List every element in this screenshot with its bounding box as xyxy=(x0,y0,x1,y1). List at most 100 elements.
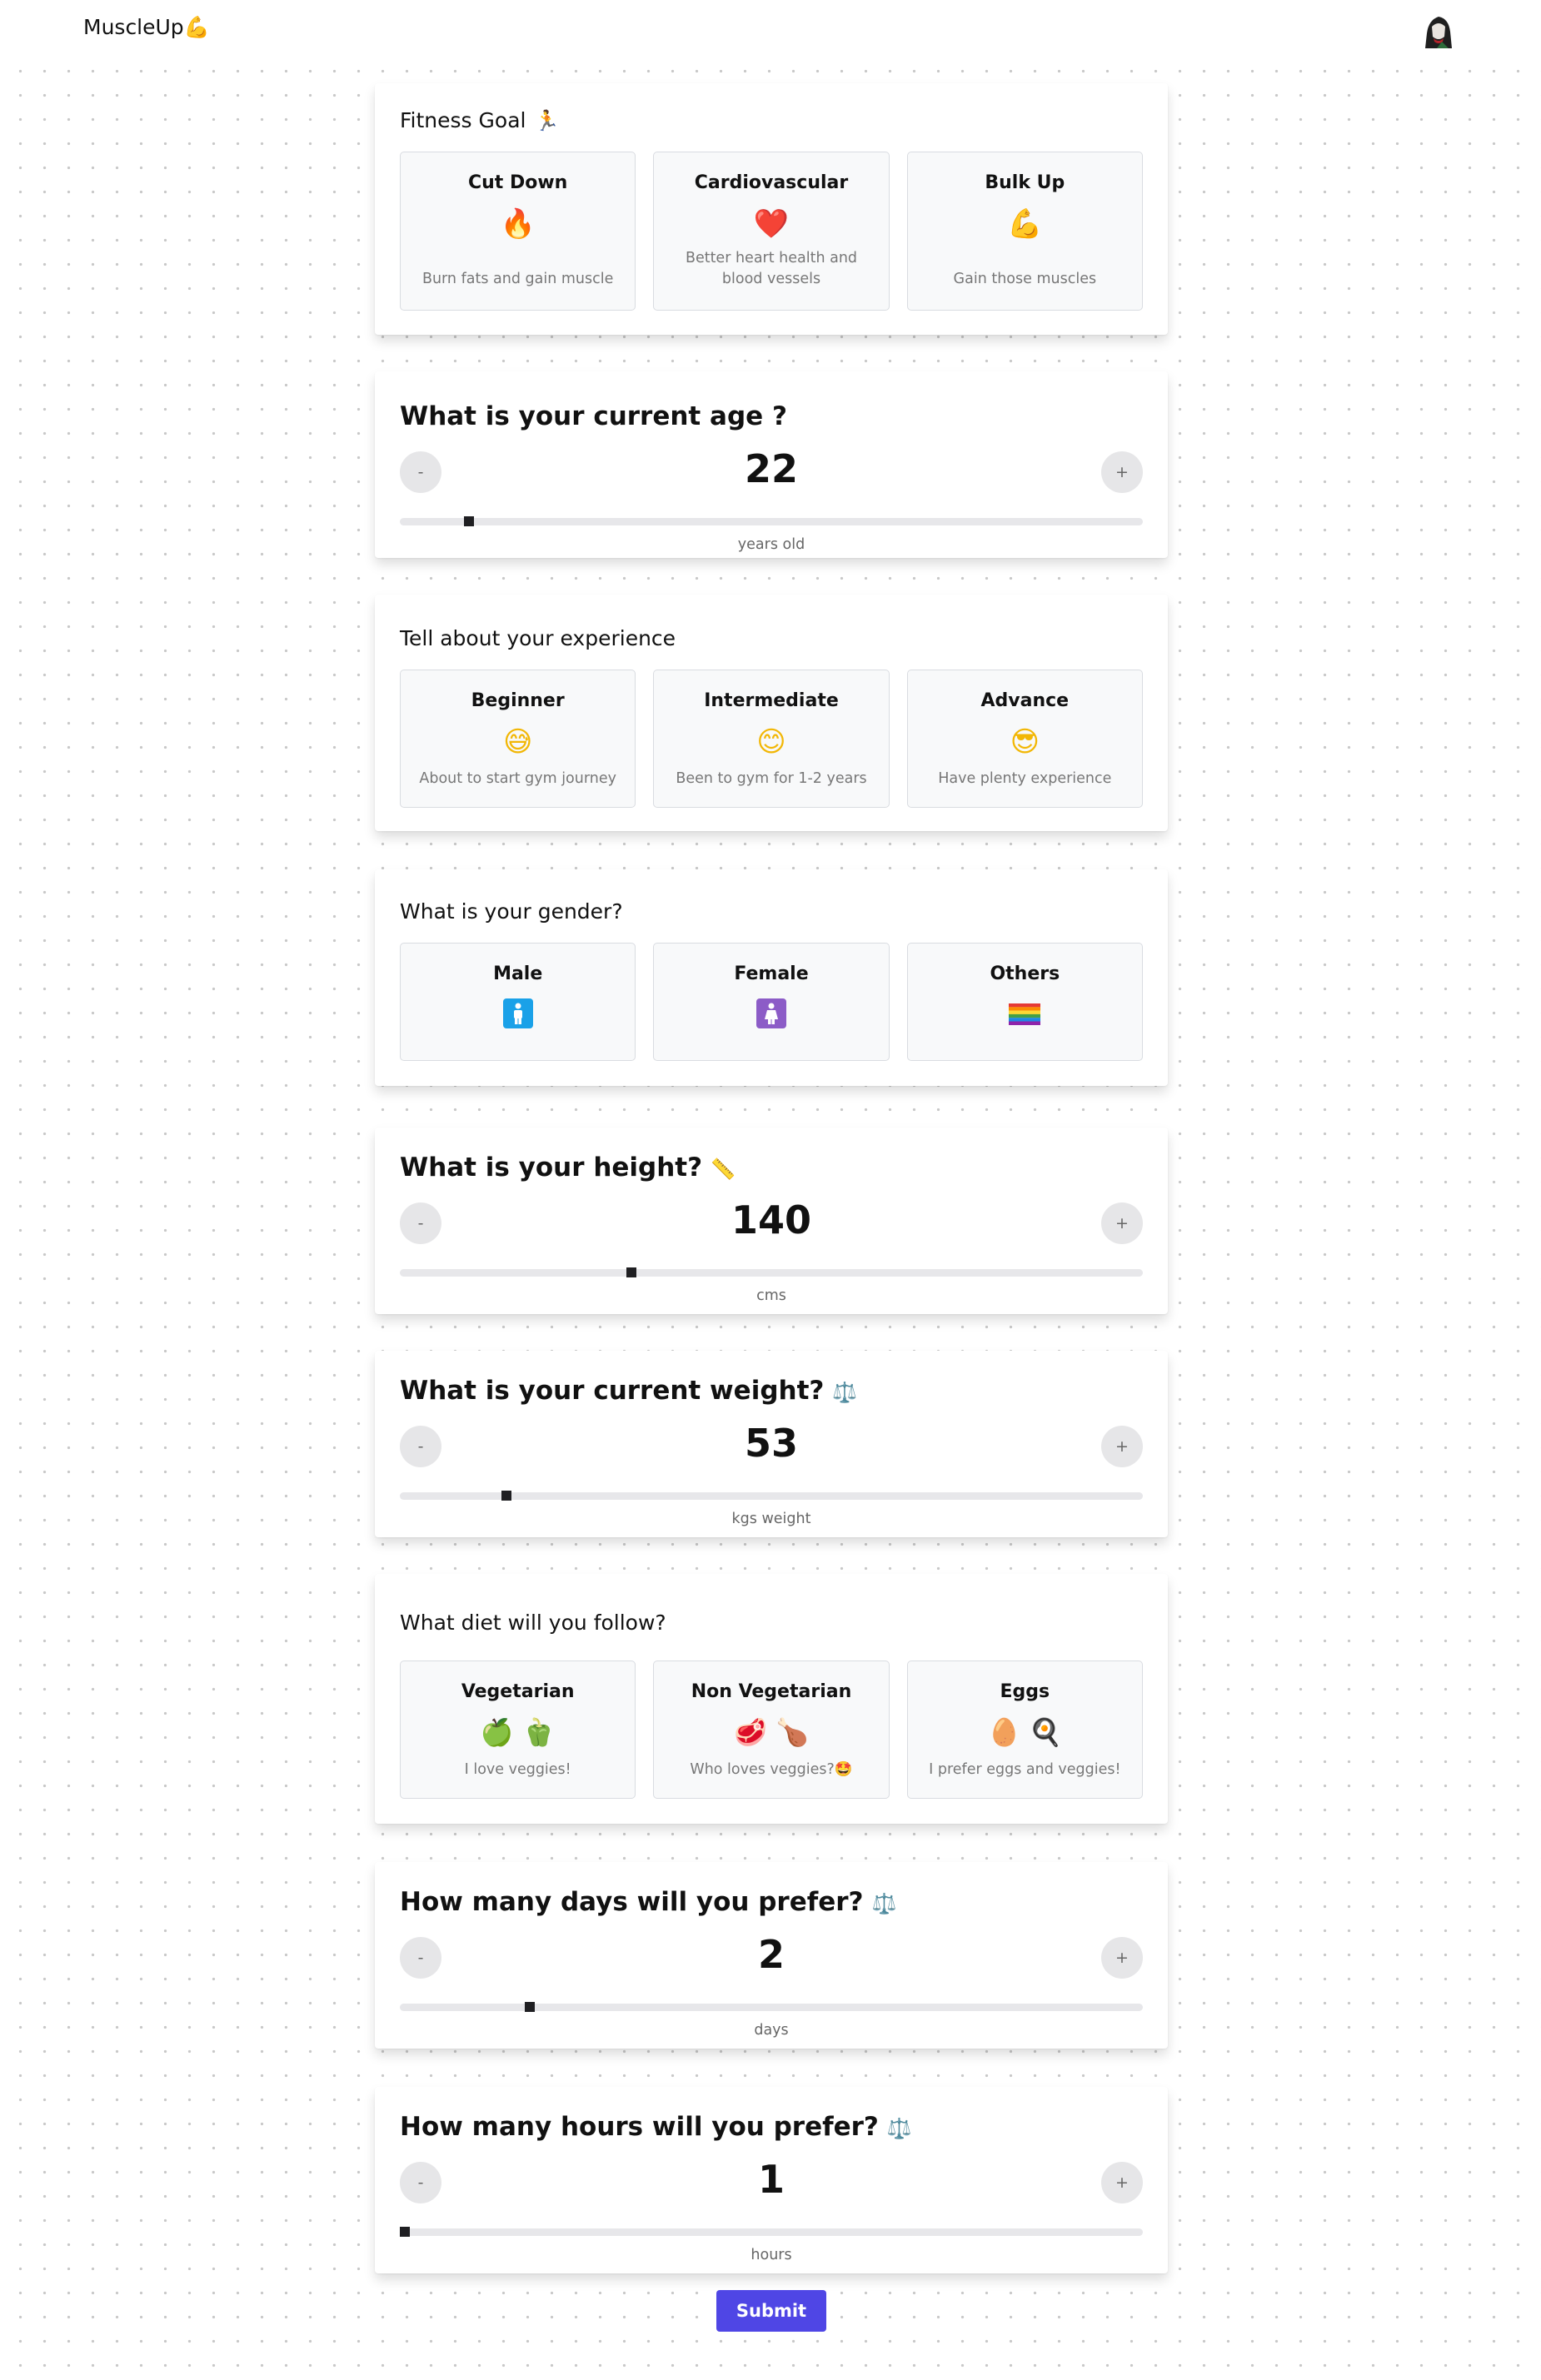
age-slider-handle[interactable] xyxy=(464,516,474,526)
gender-option-female[interactable]: Female xyxy=(653,943,890,1061)
option-description: I prefer eggs and veggies! xyxy=(929,1761,1121,1778)
age-slider[interactable] xyxy=(400,516,1143,526)
top-bar: MuscleUp💪 xyxy=(0,0,1541,58)
hours-unit: hours xyxy=(751,2247,792,2263)
hours-title-text: How many hours will you prefer? xyxy=(400,2112,879,2142)
option-title: Cut Down xyxy=(467,172,568,193)
experience-title: Tell about your experience xyxy=(400,626,676,650)
option-title: Beginner xyxy=(471,690,565,711)
age-unit: years old xyxy=(737,536,805,553)
height-increment-button[interactable]: + xyxy=(1101,1202,1143,1244)
grinning-sweat-face-icon: 😅 xyxy=(502,725,533,759)
height-unit: cms xyxy=(756,1287,786,1304)
height-slider[interactable] xyxy=(400,1267,1143,1277)
flexed-biceps-icon: 💪 xyxy=(183,15,210,39)
gender-option-others[interactable]: Others xyxy=(906,943,1143,1061)
fire-icon: 🔥 xyxy=(500,207,536,241)
age-card: What is your current age ? - 22 + years … xyxy=(375,371,1168,558)
balance-scale-icon: ⚖️ xyxy=(832,1381,858,1404)
gender-card: What is your gender? Male Female Others xyxy=(375,869,1168,1086)
option-description: About to start gym journey xyxy=(419,770,616,787)
days-slider[interactable] xyxy=(400,2002,1143,2012)
days-card: How many days will you prefer? ⚖️ - 2 + d… xyxy=(375,1862,1168,2049)
hours-slider[interactable] xyxy=(400,2227,1143,2237)
male-sign-icon xyxy=(502,998,533,1028)
experience-option-advance[interactable]: Advance 😎 Have plenty experience xyxy=(906,670,1143,808)
diet-card: What diet will you follow? Vegetarian 🍏 … xyxy=(375,1574,1168,1824)
option-title: Non Vegetarian xyxy=(691,1681,852,1702)
days-increment-button[interactable]: + xyxy=(1101,1937,1143,1979)
balance-scale-icon: ⚖️ xyxy=(886,2117,912,2140)
fitness-goal-title-text: Fitness Goal xyxy=(400,108,526,132)
weight-increment-button[interactable]: + xyxy=(1101,1426,1143,1467)
hours-card: How many hours will you prefer? ⚖️ - 1 + … xyxy=(375,2087,1168,2273)
option-description: Who loves veggies?🤩 xyxy=(690,1761,853,1778)
hours-slider-handle[interactable] xyxy=(400,2227,410,2237)
experience-card: Tell about your experience Beginner 😅 Ab… xyxy=(375,595,1168,831)
smiling-face-icon: 😊 xyxy=(756,725,786,759)
days-value: 2 xyxy=(757,1932,785,1977)
days-title-text: How many days will you prefer? xyxy=(400,1887,864,1917)
flexed-biceps-icon: 💪 xyxy=(1007,207,1043,241)
female-sign-icon xyxy=(756,998,786,1028)
option-title: Cardiovascular xyxy=(694,172,849,193)
submit-button[interactable]: Submit xyxy=(716,2290,826,2332)
rainbow-flag-icon xyxy=(1009,1003,1041,1025)
option-title: Male xyxy=(493,963,543,984)
height-value: 140 xyxy=(731,1197,812,1242)
option-title: Advance xyxy=(980,690,1070,711)
hours-title: How many hours will you prefer? ⚖️ xyxy=(400,2112,912,2142)
goal-option-bulk-up[interactable]: Bulk Up 💪 Gain those muscles xyxy=(906,152,1143,311)
weight-unit: kgs weight xyxy=(731,1511,811,1527)
weight-slider-handle[interactable] xyxy=(501,1491,511,1501)
option-description: Burn fats and gain muscle xyxy=(421,271,614,287)
age-increment-button[interactable]: + xyxy=(1101,451,1143,493)
option-description: Have plenty experience xyxy=(938,770,1112,787)
diet-option-eggs[interactable]: Eggs 🥚 🍳 I prefer eggs and veggies! xyxy=(906,1661,1143,1799)
balance-scale-icon: ⚖️ xyxy=(871,1892,897,1915)
heart-icon: ❤️ xyxy=(753,207,790,241)
option-title: Vegetarian xyxy=(461,1681,575,1702)
fitness-goal-title: Fitness Goal 🏃 xyxy=(400,108,559,132)
option-title: Female xyxy=(734,963,809,984)
weight-title: What is your current weight? ⚖️ xyxy=(400,1376,857,1406)
poultry-leg-icon: 🍗 xyxy=(775,1716,809,1748)
weight-title-text: What is your current weight? xyxy=(400,1376,825,1406)
diet-option-non-vegetarian[interactable]: Non Vegetarian 🥩 🍗 Who loves veggies?🤩 xyxy=(653,1661,890,1799)
option-title: Bulk Up xyxy=(985,172,1065,193)
sunglasses-face-icon: 😎 xyxy=(1010,725,1040,759)
egg-icon: 🥚 xyxy=(987,1716,1021,1748)
hours-increment-button[interactable]: + xyxy=(1101,2162,1143,2203)
height-title: What is your height? 📏 xyxy=(400,1153,736,1183)
bell-pepper-icon: 🫑 xyxy=(521,1716,556,1748)
height-card: What is your height? 📏 - 140 + cms xyxy=(375,1128,1168,1314)
goal-option-cut-down[interactable]: Cut Down 🔥 Burn fats and gain muscle xyxy=(400,152,636,311)
avatar[interactable] xyxy=(1420,8,1457,48)
height-title-text: What is your height? xyxy=(400,1153,703,1183)
option-description: Been to gym for 1-2 years xyxy=(676,770,867,787)
experience-option-intermediate[interactable]: Intermediate 😊 Been to gym for 1-2 years xyxy=(653,670,890,808)
weight-card: What is your current weight? ⚖️ - 53 + kg… xyxy=(375,1351,1168,1537)
days-slider-handle[interactable] xyxy=(525,2002,535,2012)
gender-title: What is your gender? xyxy=(400,899,623,924)
gender-option-male[interactable]: Male xyxy=(400,943,636,1061)
weight-slider[interactable] xyxy=(400,1491,1143,1501)
brand-logo[interactable]: MuscleUp💪 xyxy=(83,15,210,40)
height-slider-handle[interactable] xyxy=(626,1267,636,1277)
weight-value: 53 xyxy=(744,1421,798,1466)
age-title: What is your current age ? xyxy=(400,401,787,431)
option-description: I love veggies! xyxy=(464,1761,571,1778)
brand-name: MuscleUp xyxy=(83,15,184,39)
hours-value: 1 xyxy=(757,2157,785,2202)
goal-option-cardiovascular[interactable]: Cardiovascular ❤️ Better heart health an… xyxy=(653,152,890,311)
diet-option-vegetarian[interactable]: Vegetarian 🍏 🫑 I love veggies! xyxy=(400,1661,636,1799)
meat-icon: 🥩 xyxy=(734,1716,767,1748)
days-title: How many days will you prefer? ⚖️ xyxy=(400,1887,896,1917)
experience-option-beginner[interactable]: Beginner 😅 About to start gym journey xyxy=(400,670,636,808)
fitness-goal-card: Fitness Goal 🏃 Cut Down 🔥 Burn fats and g… xyxy=(375,83,1168,335)
option-title: Intermediate xyxy=(704,690,839,711)
option-title: Eggs xyxy=(1000,1681,1050,1702)
days-unit: days xyxy=(754,2022,789,2039)
option-description: Gain those muscles xyxy=(953,271,1097,287)
diet-title: What diet will you follow? xyxy=(400,1611,666,1635)
